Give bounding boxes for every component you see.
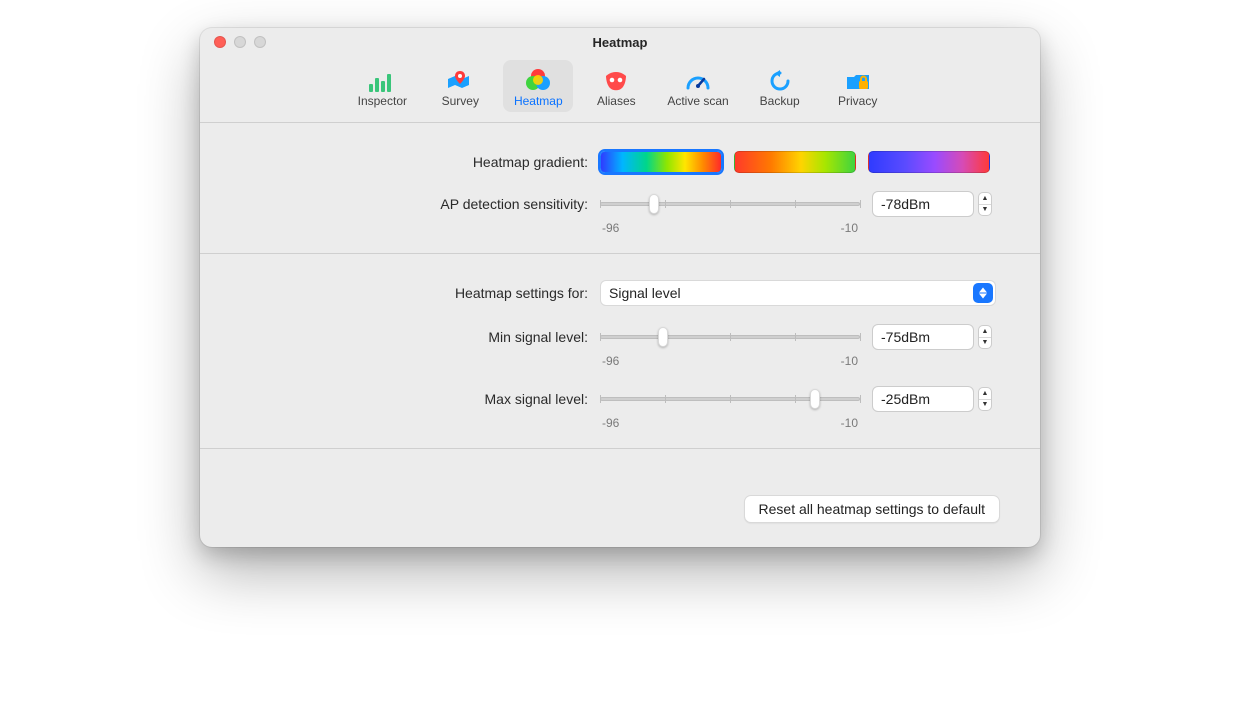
range-min-label: -96 <box>602 354 619 368</box>
ap-sensitivity-label: AP detection sensitivity: <box>240 196 600 212</box>
tab-aliases[interactable]: Aliases <box>581 60 651 112</box>
chevron-up-down-icon <box>973 283 993 303</box>
min-signal-label: Min signal level: <box>240 329 600 345</box>
tab-backup[interactable]: Backup <box>745 60 815 112</box>
gradient-label: Heatmap gradient: <box>240 154 600 170</box>
gradient-option-2[interactable] <box>868 151 990 173</box>
minimize-window-button[interactable] <box>234 36 246 48</box>
settings-for-select[interactable]: Signal level <box>600 280 996 306</box>
traffic-lights <box>214 36 266 48</box>
reset-heatmap-button[interactable]: Reset all heatmap settings to default <box>744 495 1000 523</box>
select-value: Signal level <box>609 285 681 301</box>
map-pin-icon <box>445 66 475 92</box>
tab-label: Survey <box>442 94 479 108</box>
folder-lock-icon <box>843 66 873 92</box>
zoom-window-button[interactable] <box>254 36 266 48</box>
range-max-label: -10 <box>841 416 858 430</box>
tab-label: Backup <box>760 94 800 108</box>
preferences-window: Heatmap Inspector <box>200 28 1040 547</box>
stepper-up-icon[interactable]: ▲ <box>979 388 991 400</box>
gradient-option-0[interactable] <box>600 151 722 173</box>
close-window-button[interactable] <box>214 36 226 48</box>
range-max-label: -10 <box>841 221 858 235</box>
color-blobs-icon <box>523 66 553 92</box>
tab-active-scan[interactable]: Active scan <box>659 60 736 112</box>
ap-sensitivity-slider[interactable] <box>600 202 860 206</box>
tab-label: Heatmap <box>514 94 563 108</box>
max-signal-label: Max signal level: <box>240 391 600 407</box>
gradient-option-1[interactable] <box>734 151 856 173</box>
stepper-up-icon[interactable]: ▲ <box>979 193 991 205</box>
toolbar-tabs: Inspector Survey <box>200 56 1040 123</box>
max-signal-slider[interactable] <box>600 397 860 401</box>
tab-heatmap[interactable]: Heatmap <box>503 60 573 112</box>
mask-icon <box>601 66 631 92</box>
tab-inspector[interactable]: Inspector <box>347 60 417 112</box>
window-title: Heatmap <box>593 35 648 50</box>
slider-thumb[interactable] <box>810 389 820 409</box>
restore-arrow-icon <box>765 66 795 92</box>
bars-icon <box>367 66 397 92</box>
min-signal-slider[interactable] <box>600 335 860 339</box>
stepper-up-icon[interactable]: ▲ <box>979 326 991 338</box>
tab-label: Aliases <box>597 94 636 108</box>
tab-survey[interactable]: Survey <box>425 60 495 112</box>
slider-thumb[interactable] <box>649 194 659 214</box>
range-max-label: -10 <box>841 354 858 368</box>
section-divider <box>200 448 1040 449</box>
range-min-label: -96 <box>602 221 619 235</box>
tab-label: Active scan <box>667 94 728 108</box>
section-divider <box>200 253 1040 254</box>
settings-for-label: Heatmap settings for: <box>240 285 600 301</box>
content-area: Heatmap gradient: AP detection sensitivi… <box>200 123 1040 495</box>
tab-label: Inspector <box>358 94 407 108</box>
tab-privacy[interactable]: Privacy <box>823 60 893 112</box>
tab-label: Privacy <box>838 94 877 108</box>
gauge-icon <box>683 66 713 92</box>
gradient-options <box>600 151 1000 173</box>
range-min-label: -96 <box>602 416 619 430</box>
slider-thumb[interactable] <box>658 327 668 347</box>
titlebar: Heatmap <box>200 28 1040 56</box>
